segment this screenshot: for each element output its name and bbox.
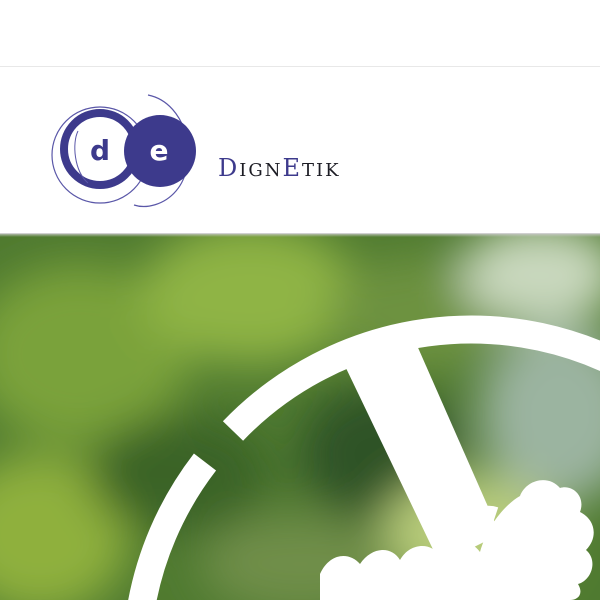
bicycle-wheel-icon [128,315,600,600]
hero-banner [0,234,600,600]
wordmark-part: D [218,154,240,182]
brand-wordmark: DIGNETIK [218,154,341,182]
logo-letter-d: d [90,134,110,167]
wordmark-part: IGN [239,160,283,181]
header-shadow [0,233,600,237]
home-logo-link[interactable]: d e DIGNETIK [48,93,378,213]
wordmark-part: TIK [302,160,341,181]
logo-letter-e: e [150,134,169,167]
wordmark-part: E [282,154,303,182]
page: d e DIGNETIK [0,0,600,600]
wheel-spoke [345,334,500,564]
top-bar [0,0,600,67]
dignetik-logo-icon: d e [51,94,196,208]
wheel-rim-lower [128,453,217,600]
site-header: d e DIGNETIK [0,67,600,234]
